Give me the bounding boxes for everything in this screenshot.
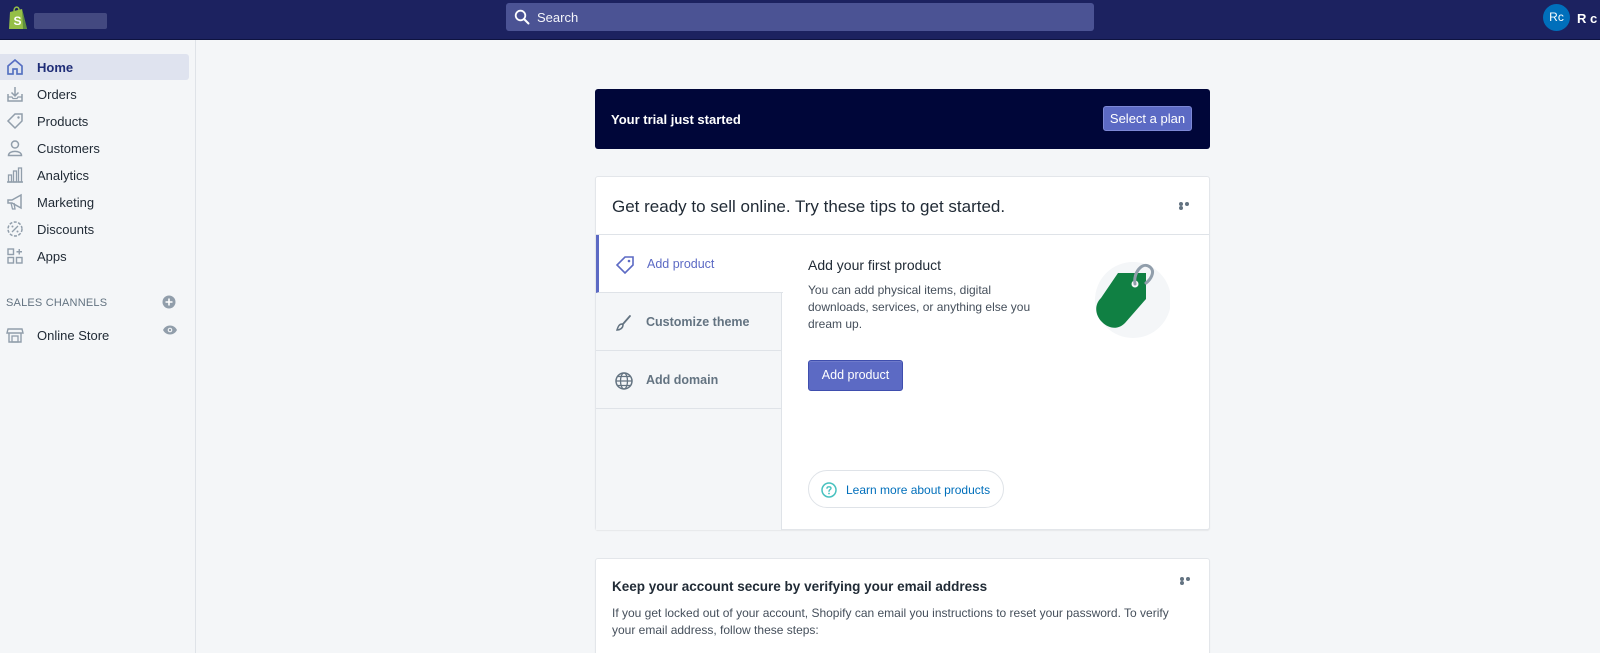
- tab-customize-theme[interactable]: Customize theme: [596, 293, 782, 351]
- brush-icon: [615, 315, 631, 331]
- tab-add-domain[interactable]: Add domain: [596, 351, 782, 409]
- sidebar-item-analytics[interactable]: Analytics: [0, 162, 189, 188]
- secure-description: If you get locked out of your account, S…: [612, 606, 1169, 637]
- add-product-button[interactable]: Add product: [808, 360, 903, 391]
- sidebar-item-discounts[interactable]: Discounts: [0, 216, 189, 242]
- discount-icon: [7, 221, 23, 237]
- sidebar-item-home[interactable]: Home: [0, 54, 189, 80]
- sidebar-item-marketing[interactable]: Marketing: [0, 189, 189, 215]
- svg-text:S: S: [14, 14, 22, 28]
- tab-add-product[interactable]: Add product: [596, 235, 783, 293]
- shopify-logo-icon[interactable]: S: [7, 5, 29, 31]
- sidebar-item-customers[interactable]: Customers: [0, 135, 189, 161]
- tag-icon: [6, 113, 23, 130]
- megaphone-icon: [7, 193, 22, 210]
- search-placeholder: Search: [537, 10, 579, 25]
- learn-more-button[interactable]: Learn more about products: [808, 470, 1004, 508]
- tips-card: Get ready to sell online. Try these tips…: [595, 176, 1210, 530]
- tab-label: Add product: [647, 257, 715, 271]
- top-bar: S Search Rc R c: [0, 0, 1600, 40]
- sidebar-item-label: Online Store: [37, 328, 110, 343]
- more-actions-icon[interactable]: [1180, 577, 1196, 585]
- trial-text: Your trial just started: [611, 112, 741, 127]
- orders-icon: [7, 87, 23, 102]
- select-plan-button[interactable]: Select a plan: [1103, 106, 1192, 131]
- sidebar-item-apps[interactable]: Apps: [0, 243, 189, 269]
- sidebar-item-label: Orders: [37, 87, 77, 102]
- avatar[interactable]: Rc: [1543, 4, 1570, 31]
- panel-title: Add your first product: [808, 257, 942, 273]
- user-name[interactable]: R c: [1577, 11, 1597, 26]
- sidebar-item-label: Apps: [37, 249, 67, 264]
- tab-label: Add domain: [646, 373, 719, 387]
- tips-tabs: Add product Customize theme Add domain: [596, 235, 783, 530]
- globe-icon: [615, 372, 633, 390]
- secure-title: Keep your account secure by verifying yo…: [612, 579, 988, 594]
- sidebar: Home Orders Products Customers Analytics…: [0, 40, 196, 653]
- person-icon: [7, 140, 23, 157]
- sales-channels-title: SALES CHANNELS: [6, 297, 108, 309]
- more-actions-icon[interactable]: [1179, 202, 1195, 210]
- sidebar-item-label: Analytics: [37, 168, 90, 183]
- sidebar-item-online-store[interactable]: Online Store: [0, 322, 189, 348]
- learn-more-label: Learn more about products: [846, 483, 991, 497]
- sidebar-item-label: Products: [37, 114, 89, 129]
- home-icon: [7, 59, 23, 75]
- panel-description: You can add physical items, digital down…: [808, 283, 1031, 331]
- product-tag-illustration-icon: [1095, 262, 1170, 338]
- secure-account-card: Keep your account secure by verifying yo…: [595, 558, 1210, 653]
- store-name[interactable]: [34, 13, 107, 29]
- add-sales-channel-icon[interactable]: [162, 295, 176, 309]
- sidebar-item-products[interactable]: Products: [0, 108, 189, 134]
- bar-chart-icon: [7, 167, 23, 183]
- tab-label: Customize theme: [646, 315, 750, 329]
- tips-title: Get ready to sell online. Try these tips…: [612, 197, 1006, 216]
- help-circle-icon: [821, 482, 837, 498]
- sidebar-item-label: Marketing: [37, 195, 95, 210]
- sidebar-item-label: Home: [37, 60, 74, 75]
- search-icon: [514, 9, 530, 25]
- view-store-eye-icon[interactable]: [162, 324, 178, 336]
- store-icon: [6, 328, 24, 343]
- search-input[interactable]: Search: [506, 3, 1094, 31]
- apps-icon: [7, 248, 23, 264]
- tag-icon: [615, 256, 634, 275]
- trial-banner: Your trial just started Select a plan: [595, 89, 1210, 149]
- sidebar-item-orders[interactable]: Orders: [0, 81, 189, 107]
- sidebar-item-label: Discounts: [37, 222, 95, 237]
- sidebar-item-label: Customers: [37, 141, 100, 156]
